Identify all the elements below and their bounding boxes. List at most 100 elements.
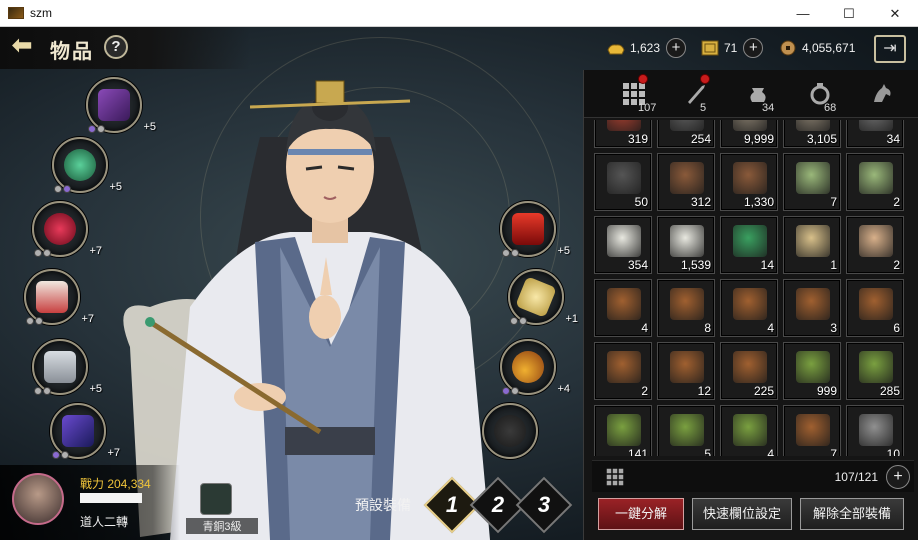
- inventory-slot[interactable]: 3: [783, 279, 841, 337]
- copper-value: 4,055,671: [802, 41, 856, 55]
- player-name-redacted: [80, 493, 142, 503]
- item-icon: [796, 288, 830, 320]
- inventory-slot[interactable]: 34: [846, 120, 904, 148]
- item-quantity: 1: [830, 258, 837, 272]
- rank-badge-icon[interactable]: [200, 483, 232, 515]
- item-icon: [607, 288, 641, 320]
- decompose-all-button[interactable]: 一鍵分解: [598, 498, 684, 530]
- inventory-slot[interactable]: 1: [783, 216, 841, 274]
- equip-slot-boots[interactable]: +7: [50, 403, 120, 459]
- inventory-slot[interactable]: 1,330: [720, 153, 778, 211]
- inventory-slot[interactable]: 354: [594, 216, 652, 274]
- inventory-slot[interactable]: 4: [720, 405, 778, 456]
- inventory-slot[interactable]: 4: [720, 279, 778, 337]
- item-quantity: 3: [830, 321, 837, 335]
- back-arrow-icon[interactable]: ⬅: [12, 34, 42, 59]
- inventory-slot[interactable]: 2: [846, 216, 904, 274]
- item-quantity: 14: [760, 258, 774, 272]
- inventory-slot[interactable]: 254: [657, 120, 715, 148]
- item-icon: [796, 414, 830, 446]
- inventory-slot[interactable]: 285: [846, 342, 904, 400]
- tab-all[interactable]: 107: [602, 74, 662, 116]
- item-icon: [607, 120, 641, 131]
- item-icon: [733, 120, 767, 131]
- rank-label: 青銅3級: [186, 518, 258, 534]
- item-icon: [859, 120, 893, 131]
- inventory-slot[interactable]: 10: [846, 405, 904, 456]
- item-icon: [859, 288, 893, 320]
- tab-consumable[interactable]: 34: [726, 74, 786, 116]
- unequip-all-button[interactable]: 解除全部裝備: [800, 498, 904, 530]
- inventory-slot[interactable]: 5: [657, 405, 715, 456]
- equip-slot-pendant[interactable]: +5: [52, 137, 122, 193]
- bagua-icon: [515, 276, 557, 318]
- inventory-slot[interactable]: 3,105: [783, 120, 841, 148]
- item-quantity: 6: [893, 321, 900, 335]
- gold-ingot-icon: [607, 44, 625, 55]
- inventory-slot[interactable]: 14: [720, 216, 778, 274]
- equip-slot-armor[interactable]: +7: [24, 269, 94, 325]
- equip-slot-talisman[interactable]: +1: [508, 269, 578, 325]
- inventory-slot[interactable]: 8: [657, 279, 715, 337]
- item-icon: [607, 225, 641, 257]
- equip-slot-helmet[interactable]: +7: [32, 201, 102, 257]
- player-avatar[interactable]: [12, 473, 64, 525]
- inventory-slot[interactable]: 7: [783, 405, 841, 456]
- inventory-slot[interactable]: 141: [594, 405, 652, 456]
- preset-number: 2: [491, 492, 505, 517]
- preset-number: 3: [537, 492, 551, 517]
- tab-weapon[interactable]: 5: [664, 74, 724, 116]
- cape-icon: [512, 213, 544, 245]
- horse-icon: [874, 84, 891, 102]
- maximize-button[interactable]: ☐: [826, 0, 872, 27]
- quick-slot-settings-button[interactable]: 快速欄位設定: [692, 498, 792, 530]
- item-icon: [733, 351, 767, 383]
- add-coupon-button[interactable]: +: [743, 38, 764, 58]
- enhance-level: +1: [565, 313, 578, 325]
- inventory-slot[interactable]: 2: [846, 153, 904, 211]
- inventory-slot[interactable]: 9,999: [720, 120, 778, 148]
- equip-slot-gloves[interactable]: +5: [32, 339, 102, 395]
- equip-slot-gourd[interactable]: +4: [500, 339, 570, 395]
- equip-slot-weapon[interactable]: +5: [86, 77, 156, 133]
- help-button[interactable]: ?: [104, 35, 128, 59]
- title-bar: szm — ☐ ✕: [0, 0, 918, 27]
- inventory-slot[interactable]: 1,539: [657, 216, 715, 274]
- tab-count: 34: [762, 102, 775, 114]
- pendant-icon: [64, 149, 96, 181]
- item-icon: [859, 414, 893, 446]
- inventory-slot[interactable]: 999: [783, 342, 841, 400]
- enhance-level: +5: [143, 121, 156, 133]
- item-icon: [796, 225, 830, 257]
- inventory-slot[interactable]: 225: [720, 342, 778, 400]
- inventory-slot[interactable]: 319: [594, 120, 652, 148]
- equip-slot-cape[interactable]: +5: [500, 201, 570, 257]
- equip-slot-mount-empty[interactable]: [482, 403, 538, 459]
- inventory-slot[interactable]: 6: [846, 279, 904, 337]
- inventory-slot[interactable]: 7: [783, 153, 841, 211]
- copper-coin-icon: [780, 40, 796, 56]
- inventory-slot[interactable]: 12: [657, 342, 715, 400]
- inventory-slot[interactable]: 4: [594, 279, 652, 337]
- enhance-level: +7: [107, 447, 120, 459]
- inventory-slot[interactable]: 50: [594, 153, 652, 211]
- gloves-icon: [44, 351, 76, 383]
- item-icon: [733, 225, 767, 257]
- tab-mount[interactable]: [850, 74, 910, 116]
- inventory-slot[interactable]: 312: [657, 153, 715, 211]
- item-icon: [607, 162, 641, 194]
- tab-count: 107: [638, 102, 657, 114]
- item-icon: [796, 120, 830, 131]
- close-button[interactable]: ✕: [872, 0, 918, 27]
- game-canvas: ⬅ 物品 ? 1,623 + 71 + 4,055,671 ⇥ +5 +5 +7…: [0, 27, 918, 540]
- inventory-slot[interactable]: 2: [594, 342, 652, 400]
- mount-placeholder-icon: [494, 415, 526, 447]
- add-gold-button[interactable]: +: [666, 38, 687, 58]
- tab-accessory[interactable]: 68: [788, 74, 848, 116]
- enhance-level: +7: [81, 313, 94, 325]
- inventory-panel: 107 5 34 68 319 254 9,999 3,105 34 50 31…: [583, 70, 918, 540]
- exit-icon[interactable]: ⇥: [874, 35, 906, 63]
- minimize-button[interactable]: —: [780, 0, 826, 27]
- capacity-bar: 107/121 +: [592, 460, 914, 492]
- expand-capacity-button[interactable]: +: [886, 465, 910, 489]
